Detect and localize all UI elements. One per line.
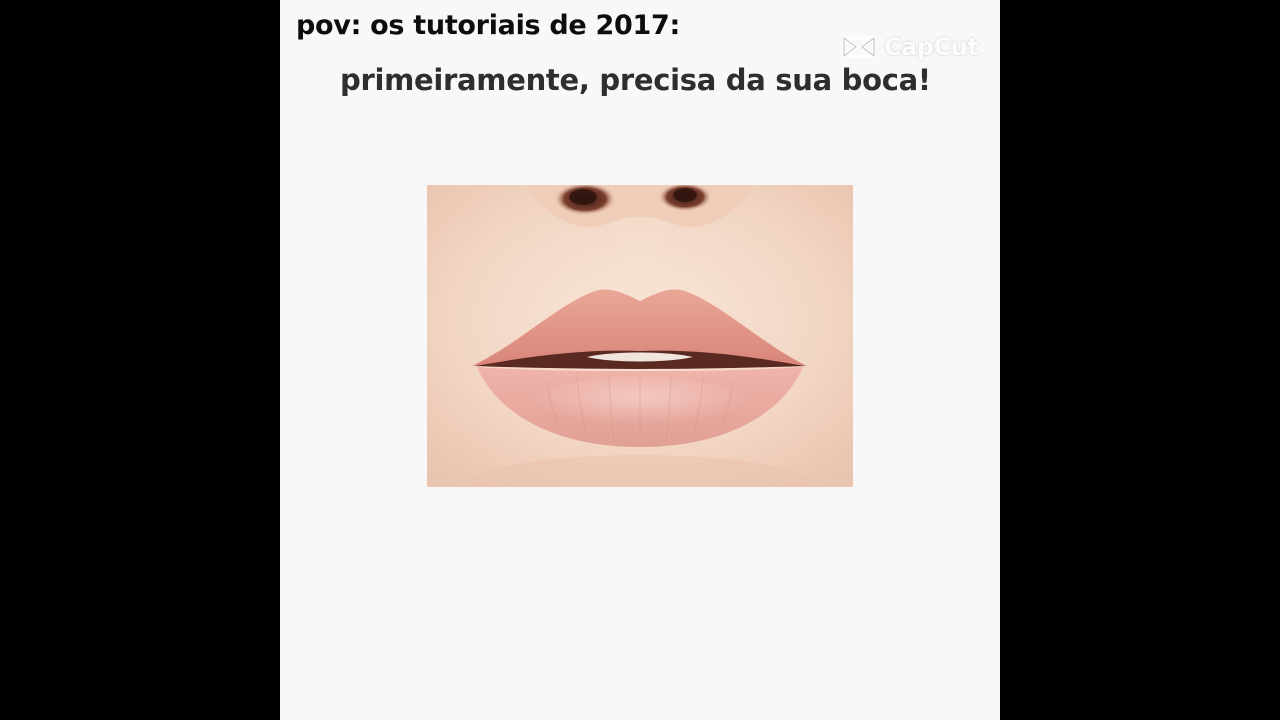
capcut-watermark: CapCut <box>840 32 979 62</box>
capcut-watermark-text: CapCut <box>884 33 979 61</box>
video-content: pov: os tutoriais de 2017: CapCut primei… <box>280 0 1000 720</box>
capcut-logo-icon <box>840 32 878 62</box>
caption-subtitle: primeiramente, precisa da sua boca! <box>340 63 931 97</box>
lips-photo <box>427 185 853 487</box>
caption-title: pov: os tutoriais de 2017: <box>296 10 680 41</box>
video-frame: pov: os tutoriais de 2017: CapCut primei… <box>0 0 1280 720</box>
